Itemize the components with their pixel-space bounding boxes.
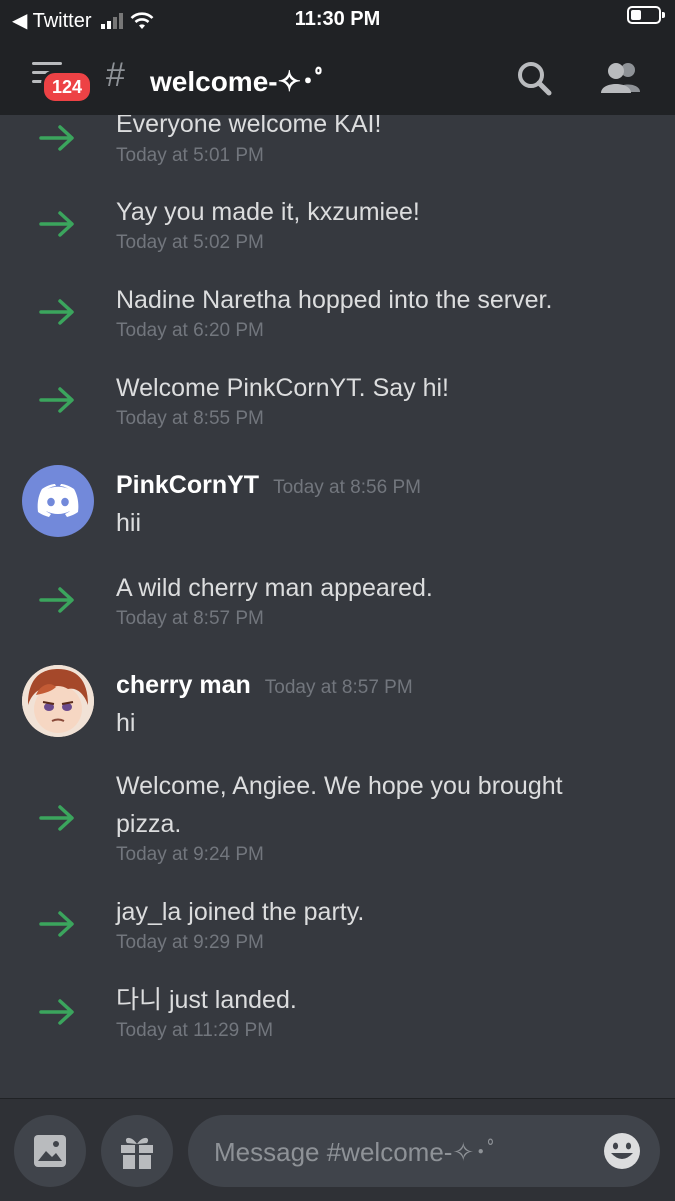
username: PinkCornYT bbox=[116, 471, 260, 499]
gift-icon bbox=[121, 1137, 153, 1169]
anime-character-avatar bbox=[22, 665, 94, 737]
system-message-text: 다니 just landed. bbox=[116, 986, 297, 1014]
message-input[interactable] bbox=[212, 1115, 596, 1189]
message-input-wrapper bbox=[188, 1115, 660, 1189]
search-icon[interactable] bbox=[514, 58, 554, 98]
system-message-text: Welcome PinkCornYT. Say hi! bbox=[116, 374, 449, 402]
username: cherry man bbox=[116, 671, 251, 699]
avatar[interactable] bbox=[22, 465, 94, 537]
join-arrow-icon bbox=[39, 125, 74, 151]
message-text: hi bbox=[116, 709, 136, 737]
message-timestamp: Today at 9:24 PM bbox=[116, 844, 264, 865]
system-message-text: jay_la joined the party. bbox=[116, 898, 365, 926]
join-arrow-icon bbox=[39, 587, 74, 613]
channel-header: 124 # welcome-✧･ﾟ bbox=[0, 38, 675, 115]
message-timestamp: Today at 9:29 PM bbox=[116, 932, 264, 953]
system-message-text: Everyone welcome KAI! bbox=[116, 115, 382, 138]
join-arrow-icon bbox=[39, 387, 74, 413]
system-message-text: A wild cherry man appeared. bbox=[116, 574, 433, 602]
message-list[interactable]: Everyone welcome KAI! Today at 5:01 PM Y… bbox=[0, 115, 675, 1098]
join-arrow-icon bbox=[39, 999, 74, 1025]
message-timestamp: Today at 5:02 PM bbox=[116, 232, 264, 253]
message-composer bbox=[0, 1098, 675, 1201]
discord-logo-icon bbox=[37, 484, 79, 517]
join-arrow-icon bbox=[39, 211, 74, 237]
avatar[interactable] bbox=[22, 665, 94, 737]
emoji-icon[interactable] bbox=[602, 1131, 642, 1171]
message-timestamp: Today at 5:01 PM bbox=[116, 145, 264, 166]
status-bar: ◀ Twitter 11:30 PM bbox=[0, 0, 675, 38]
join-arrow-icon bbox=[39, 911, 74, 937]
message-timestamp: Today at 6:20 PM bbox=[116, 320, 264, 341]
members-icon[interactable] bbox=[598, 58, 644, 98]
gift-button[interactable] bbox=[101, 1115, 173, 1187]
message-timestamp: Today at 8:57 PM bbox=[116, 608, 264, 629]
message-author[interactable]: cherry man Today at 8:57 PM bbox=[116, 671, 413, 700]
channel-title[interactable]: welcome-✧･ﾟ bbox=[150, 60, 329, 100]
battery-fill bbox=[631, 10, 642, 20]
clock: 11:30 PM bbox=[294, 8, 381, 30]
image-upload-button[interactable] bbox=[14, 1115, 86, 1187]
system-message-text: Welcome, Angiee. We hope you brought piz… bbox=[116, 772, 563, 838]
join-arrow-icon bbox=[39, 299, 74, 325]
system-message-text: Nadine Naretha hopped into the server. bbox=[116, 286, 553, 314]
message-author[interactable]: PinkCornYT Today at 8:56 PM bbox=[116, 471, 421, 500]
notification-badge: 124 bbox=[41, 70, 94, 104]
join-arrow-icon bbox=[39, 805, 74, 831]
hash-icon: # bbox=[106, 56, 125, 94]
message-timestamp: Today at 8:57 PM bbox=[264, 677, 413, 698]
menu-button[interactable]: 124 bbox=[30, 58, 94, 106]
message-timestamp: Today at 8:55 PM bbox=[116, 408, 264, 429]
image-icon bbox=[34, 1135, 66, 1167]
system-message-text: Yay you made it, kxzumiee! bbox=[116, 198, 420, 226]
battery-icon bbox=[627, 6, 665, 24]
message-text: hii bbox=[116, 509, 142, 537]
message-timestamp: Today at 8:56 PM bbox=[273, 477, 421, 498]
message-timestamp: Today at 11:29 PM bbox=[116, 1020, 274, 1041]
